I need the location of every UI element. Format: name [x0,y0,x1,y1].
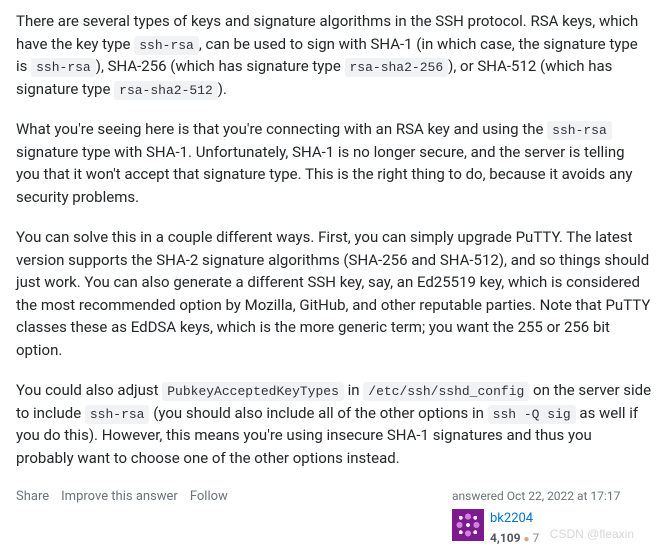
share-link[interactable]: Share [16,487,49,507]
answered-prefix: answered [452,489,507,503]
action-links: Share Improve this answer Follow [16,487,228,507]
code-ssh-q-sig: ssh -Q sig [488,405,576,424]
answer-paragraph-4: You could also adjust PubkeyAcceptedKeyT… [16,379,652,469]
bronze-count: 7 [533,531,540,545]
code-ssh-rsa: ssh-rsa [547,121,612,140]
avatar[interactable] [452,509,484,541]
text: What you're seeing here is that you're c… [16,120,547,138]
answer-paragraph-1: There are several types of keys and sign… [16,10,652,100]
answer-paragraph-3: You can solve this in a couple different… [16,226,652,361]
follow-link[interactable]: Follow [190,487,228,507]
text: You can solve this in a couple different… [16,228,650,359]
watermark: CSDN @fleaxin [550,525,634,543]
improve-answer-link[interactable]: Improve this answer [61,487,178,507]
code-sshd-config-path: /etc/ssh/sshd_config [363,382,529,401]
text: You could also adjust [16,381,162,399]
answer-paragraph-2: What you're seeing here is that you're c… [16,118,652,208]
answered-timestamp: Oct 22, 2022 at 17:17 [507,489,621,503]
code-ssh-rsa: ssh-rsa [134,36,199,55]
code-ssh-rsa: ssh-rsa [31,58,96,77]
text: ). [218,80,227,98]
text: in [344,381,363,399]
text: (you should also include all of the othe… [149,404,487,422]
text: ), SHA-256 (which has signature type [96,57,345,75]
answered-time: answered Oct 22, 2022 at 17:17 [452,487,652,505]
username-link[interactable]: bk2204 [490,509,539,529]
code-ssh-rsa: ssh-rsa [85,405,150,424]
code-rsa-sha2-512: rsa-sha2-512 [114,81,218,100]
code-pubkeyacceptedkeytypes: PubkeyAcceptedKeyTypes [162,382,344,401]
bronze-dot-icon: ● [523,534,529,545]
bronze-badges: ● 7 [523,531,539,545]
reputation-score: 4,109 [490,531,521,545]
text: signature type with SHA-1. Unfortunately… [16,143,633,206]
code-rsa-sha2-256: rsa-sha2-256 [345,58,449,77]
